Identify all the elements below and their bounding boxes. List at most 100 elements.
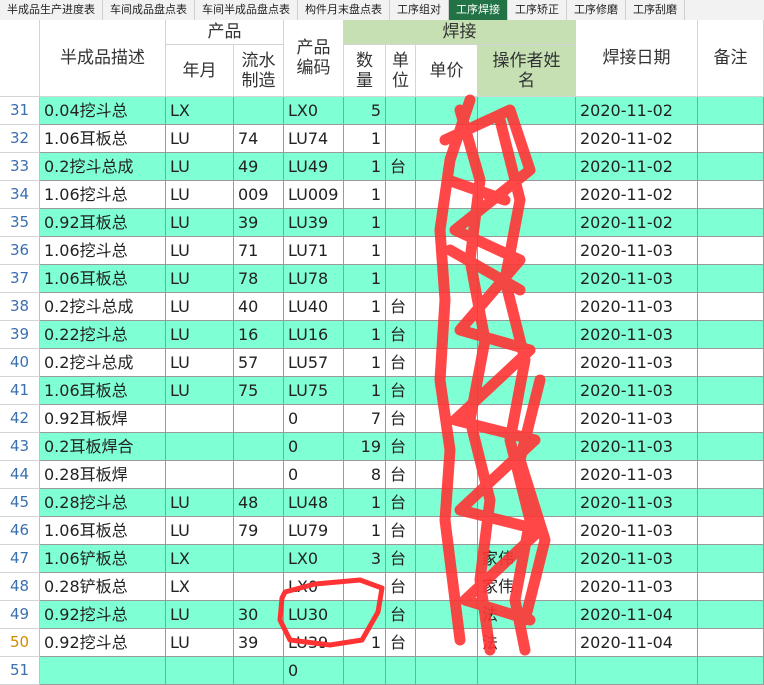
cell-code[interactable]: LX0 <box>284 97 344 125</box>
header-year-month[interactable]: 年月 <box>166 45 234 97</box>
cell-code[interactable]: LU39 <box>284 629 344 657</box>
cell-qty[interactable]: 1 <box>344 321 386 349</box>
cell-ym[interactable]: LU <box>166 153 234 181</box>
sheet-tab[interactable]: 工序矫正 <box>508 0 567 20</box>
cell-remark[interactable] <box>698 573 764 601</box>
cell-remark[interactable] <box>698 237 764 265</box>
cell-desc[interactable]: 1.06耳板总 <box>40 125 166 153</box>
cell-serial[interactable]: 74 <box>234 125 284 153</box>
cell-desc[interactable]: 1.06铲板总 <box>40 545 166 573</box>
cell-desc[interactable]: 1.06耳板总 <box>40 517 166 545</box>
cell-remark[interactable] <box>698 657 764 685</box>
cell-code[interactable]: LU79 <box>284 517 344 545</box>
cell-unit[interactable]: 台 <box>386 517 416 545</box>
cell-desc[interactable]: 1.06挖斗总 <box>40 237 166 265</box>
cell-date[interactable]: 2020-11-02 <box>576 209 698 237</box>
cell-price[interactable] <box>416 153 478 181</box>
cell-serial[interactable] <box>234 433 284 461</box>
cell-remark[interactable] <box>698 629 764 657</box>
cell-ym[interactable]: LU <box>166 293 234 321</box>
cell-op[interactable] <box>478 153 576 181</box>
cell-desc[interactable]: 0.92耳板总 <box>40 209 166 237</box>
cell-unit[interactable] <box>386 657 416 685</box>
cell-date[interactable]: 2020-11-03 <box>576 461 698 489</box>
cell-date[interactable]: 2020-11-03 <box>576 237 698 265</box>
cell-op[interactable] <box>478 209 576 237</box>
cell-ym[interactable]: LX <box>166 573 234 601</box>
cell-serial[interactable]: 48 <box>234 489 284 517</box>
row-number[interactable]: 36 <box>0 237 40 265</box>
header-weld[interactable]: 焊接 <box>344 20 576 45</box>
header-price[interactable]: 单价 <box>416 45 478 97</box>
cell-ym[interactable]: LX <box>166 97 234 125</box>
cell-qty[interactable]: 1 <box>344 265 386 293</box>
cell-remark[interactable] <box>698 601 764 629</box>
cell-date[interactable]: 2020-11-03 <box>576 489 698 517</box>
cell-code[interactable]: LU48 <box>284 489 344 517</box>
cell-op[interactable] <box>478 125 576 153</box>
row-number[interactable]: 39 <box>0 321 40 349</box>
cell-code[interactable]: LU75 <box>284 377 344 405</box>
cell-op[interactable]: 家伟 <box>478 573 576 601</box>
cell-unit[interactable]: 台 <box>386 461 416 489</box>
cell-remark[interactable] <box>698 489 764 517</box>
row-number[interactable]: 33 <box>0 153 40 181</box>
cell-ym[interactable] <box>166 405 234 433</box>
cell-ym[interactable] <box>166 433 234 461</box>
cell-price[interactable] <box>416 321 478 349</box>
cell-desc[interactable]: 0.2耳板焊合 <box>40 433 166 461</box>
cell-op[interactable] <box>478 489 576 517</box>
cell-op[interactable] <box>478 405 576 433</box>
cell-code[interactable]: LX0 <box>284 545 344 573</box>
header-product-code[interactable]: 产品编码 <box>284 20 344 97</box>
cell-price[interactable] <box>416 265 478 293</box>
cell-serial[interactable]: 71 <box>234 237 284 265</box>
header-operator[interactable]: 操作者姓名 <box>478 45 576 97</box>
cell-remark[interactable] <box>698 125 764 153</box>
header-weld-date[interactable]: 焊接日期 <box>576 20 698 97</box>
cell-remark[interactable] <box>698 349 764 377</box>
cell-desc[interactable]: 0.2挖斗总成 <box>40 153 166 181</box>
cell-unit[interactable]: 台 <box>386 601 416 629</box>
cell-qty[interactable]: 1 <box>344 209 386 237</box>
cell-remark[interactable] <box>698 153 764 181</box>
row-number[interactable]: 45 <box>0 489 40 517</box>
sheet-tab[interactable]: 半成品生产进度表 <box>0 0 103 20</box>
cell-serial[interactable]: 75 <box>234 377 284 405</box>
cell-code[interactable]: LU49 <box>284 153 344 181</box>
cell-price[interactable] <box>416 125 478 153</box>
cell-serial[interactable] <box>234 461 284 489</box>
cell-price[interactable] <box>416 489 478 517</box>
cell-remark[interactable] <box>698 97 764 125</box>
cell-serial[interactable] <box>234 405 284 433</box>
sheet-tab[interactable]: 工序焊接 <box>449 0 508 20</box>
sheet-tab[interactable]: 构件月末盘点表 <box>298 0 390 20</box>
cell-remark[interactable] <box>698 321 764 349</box>
cell-desc[interactable]: 0.22挖斗总 <box>40 321 166 349</box>
cell-serial[interactable]: 40 <box>234 293 284 321</box>
cell-qty[interactable]: 1 <box>344 181 386 209</box>
cell-date[interactable]: 2020-11-03 <box>576 433 698 461</box>
cell-price[interactable] <box>416 237 478 265</box>
cell-date[interactable]: 2020-11-02 <box>576 97 698 125</box>
cell-qty[interactable]: 1 <box>344 349 386 377</box>
cell-remark[interactable] <box>698 433 764 461</box>
sheet-tab[interactable]: 工序刮磨 <box>626 0 685 20</box>
cell-date[interactable]: 2020-11-03 <box>576 545 698 573</box>
cell-op[interactable]: 家伟 <box>478 545 576 573</box>
cell-ym[interactable]: LU <box>166 265 234 293</box>
cell-ym[interactable]: LU <box>166 209 234 237</box>
cell-desc[interactable]: 0.28铲板总 <box>40 573 166 601</box>
cell-qty[interactable]: 1 <box>344 153 386 181</box>
cell-code[interactable]: LU30 <box>284 601 344 629</box>
cell-ym[interactable]: LU <box>166 629 234 657</box>
row-number[interactable]: 46 <box>0 517 40 545</box>
row-number[interactable]: 40 <box>0 349 40 377</box>
cell-code[interactable]: LU57 <box>284 349 344 377</box>
cell-unit[interactable]: 台 <box>386 629 416 657</box>
cell-qty[interactable]: 1 <box>344 293 386 321</box>
sheet-tab[interactable]: 车间半成品盘点表 <box>195 0 298 20</box>
cell-date[interactable]: 2020-11-03 <box>576 321 698 349</box>
cell-price[interactable] <box>416 181 478 209</box>
cell-ym[interactable]: LU <box>166 237 234 265</box>
